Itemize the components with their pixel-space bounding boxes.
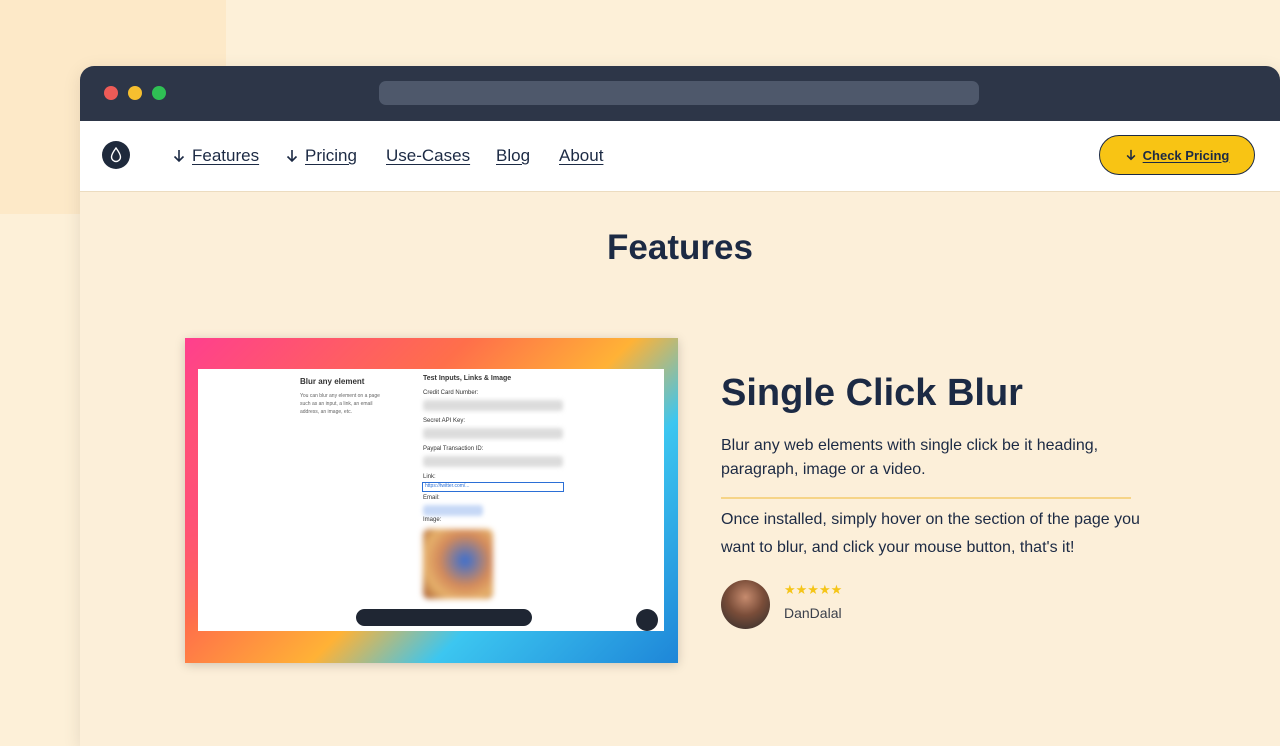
maximize-window-dot[interactable] xyxy=(152,86,166,100)
nav-link-features[interactable]: Features xyxy=(172,146,259,166)
feature-description: Blur any web elements with single click … xyxy=(721,437,1099,478)
site-logo[interactable] xyxy=(102,141,130,169)
nav-link-about[interactable]: About xyxy=(559,146,603,166)
minimize-window-dot[interactable] xyxy=(128,86,142,100)
screenshot-link-box: https://twitter.com/... xyxy=(422,482,564,492)
screenshot-field-label: Link: xyxy=(423,474,436,480)
reviewer-name: DanDalal xyxy=(784,605,842,621)
screenshot-field-label: Credit Card Number: xyxy=(423,390,479,396)
nav-link-label: Blog xyxy=(496,146,531,165)
blurred-field xyxy=(423,456,563,467)
arrow-down-icon xyxy=(286,150,298,163)
screenshot-field-label: Secret API Key: xyxy=(423,418,466,424)
site-navbar: Features Pricing Use-Cases Blog About Ch… xyxy=(80,121,1280,192)
nav-link-blog[interactable]: Blog xyxy=(496,146,530,166)
nav-link-label: Pricing xyxy=(305,146,357,165)
nav-link-use-cases[interactable]: Use-Cases xyxy=(386,146,470,166)
feature-instructions: Once installed, simply hover on the sect… xyxy=(721,511,1140,556)
screenshot-content: Blur any element You can blur any elemen… xyxy=(198,369,664,631)
screenshot-desc-line: such as an input, a link, an email xyxy=(300,401,373,407)
check-pricing-button[interactable]: Check Pricing xyxy=(1099,135,1255,175)
check-pricing-label: Check Pricing xyxy=(1142,147,1230,163)
nav-link-label: Use-Cases xyxy=(386,146,471,165)
screenshot-desc-line: You can blur any element on a page xyxy=(300,393,380,399)
arrow-down-icon xyxy=(173,150,185,163)
blurred-field xyxy=(423,428,563,439)
screenshot-link-text: https://twitter.com/... xyxy=(425,483,470,489)
blurred-field xyxy=(423,400,563,411)
blur-toolbar[interactable] xyxy=(356,609,532,626)
browser-titlebar xyxy=(80,66,1280,121)
chat-icon[interactable] xyxy=(636,609,658,631)
nav-link-label: Features xyxy=(192,146,260,165)
screenshot-right-title: Test Inputs, Links & Image xyxy=(423,375,512,382)
nav-link-label: About xyxy=(559,146,604,165)
nav-link-pricing[interactable]: Pricing xyxy=(285,146,357,166)
browser-window: Features Pricing Use-Cases Blog About Ch… xyxy=(80,66,1280,746)
arrow-down-icon xyxy=(1126,149,1136,161)
blurred-image xyxy=(423,529,493,599)
screenshot-field-label: Email: xyxy=(423,495,440,501)
feature-title: Single Click Blur xyxy=(721,372,1023,414)
rating-stars: ★★★★★ xyxy=(784,582,843,597)
feature-screenshot: Blur any element You can blur any elemen… xyxy=(185,338,678,663)
section-title: Features xyxy=(607,228,753,267)
screenshot-desc-line: address, an image, etc. xyxy=(300,409,352,415)
screenshot-field-label: Paypal Transaction ID: xyxy=(423,446,484,452)
drop-icon xyxy=(110,147,122,163)
screenshot-field-label: Image: xyxy=(423,517,442,523)
close-window-dot[interactable] xyxy=(104,86,118,100)
screenshot-left-title: Blur any element xyxy=(300,377,365,386)
address-bar[interactable] xyxy=(379,81,979,105)
reviewer-avatar xyxy=(721,580,770,629)
divider xyxy=(721,497,1131,499)
blurred-email xyxy=(423,505,483,516)
